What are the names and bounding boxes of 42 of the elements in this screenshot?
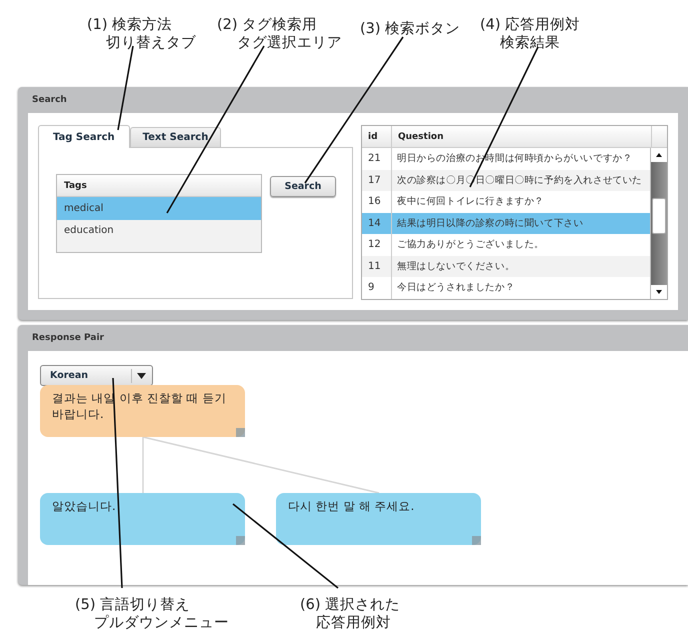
callout-label: 切り替えタブ [106, 34, 196, 52]
question-cell-text: ご協力ありがとうございました。 [396, 238, 546, 252]
question-cell-text: 夜中に何回トイレに行きますか？ [396, 195, 546, 210]
node-text: 다시 한번 말 해 주세요. [288, 498, 416, 514]
scroll-thumb[interactable] [652, 198, 666, 234]
question-cell-text: 今日はどうされましたか？ [396, 281, 516, 296]
callout-label: 検索結果 [500, 34, 561, 52]
scrollbar[interactable] [650, 148, 667, 299]
table-row[interactable]: 14 結果は明日以降の診察の時に聞いて下さい [362, 212, 650, 234]
table-row[interactable]: 11 無理はしないでください。 [362, 256, 650, 277]
resize-handle-icon[interactable] [236, 536, 245, 545]
tag-row[interactable]: education [57, 220, 261, 242]
scroll-up-icon[interactable] [651, 148, 667, 162]
language-dropdown[interactable]: Korean [40, 365, 153, 386]
callout-label: 応答用例対 [316, 614, 392, 632]
question-cell-text: 無理はしないでください。 [396, 260, 516, 274]
panel-title: Response Pair [32, 333, 104, 343]
response-node[interactable]: 알았습니다. [40, 493, 245, 545]
tab[interactable]: Text Search [130, 127, 222, 147]
callout-label: プルダウンメニュー [94, 614, 229, 632]
column-header: Tags [57, 175, 261, 197]
column-header: Question [397, 130, 444, 144]
callout-label: (5) 言語切り替え [75, 596, 192, 614]
tag-row[interactable]: medical [57, 197, 261, 220]
callout-label: (3) 検索ボタン [360, 20, 460, 38]
node-text: 알았습니다. [52, 498, 117, 514]
resize-handle-icon[interactable] [236, 428, 245, 437]
response-node[interactable]: 다시 한번 말 해 주세요. [276, 493, 481, 545]
callout-label: (2) タグ検索用 [217, 16, 318, 34]
column-header: id [362, 126, 392, 147]
callout-label: (6) 選択された [300, 596, 400, 614]
callout-label: (1) 検索方法 [87, 16, 174, 34]
callout-label: タグ選択エリア [237, 34, 342, 52]
caret-icon [131, 368, 146, 382]
callout-label: (4) 応答用例対 [480, 16, 580, 34]
scroll-down-icon[interactable] [651, 285, 667, 299]
search-button[interactable]: Search [270, 176, 336, 197]
question-cell-text: 結果は明日以降の診察の時に聞いて下さい [396, 216, 584, 231]
resize-handle-icon[interactable] [472, 536, 481, 545]
id-cell: 9 [362, 277, 392, 298]
tab[interactable]: Tag Search [38, 125, 130, 148]
panel-title: Search [32, 95, 67, 105]
